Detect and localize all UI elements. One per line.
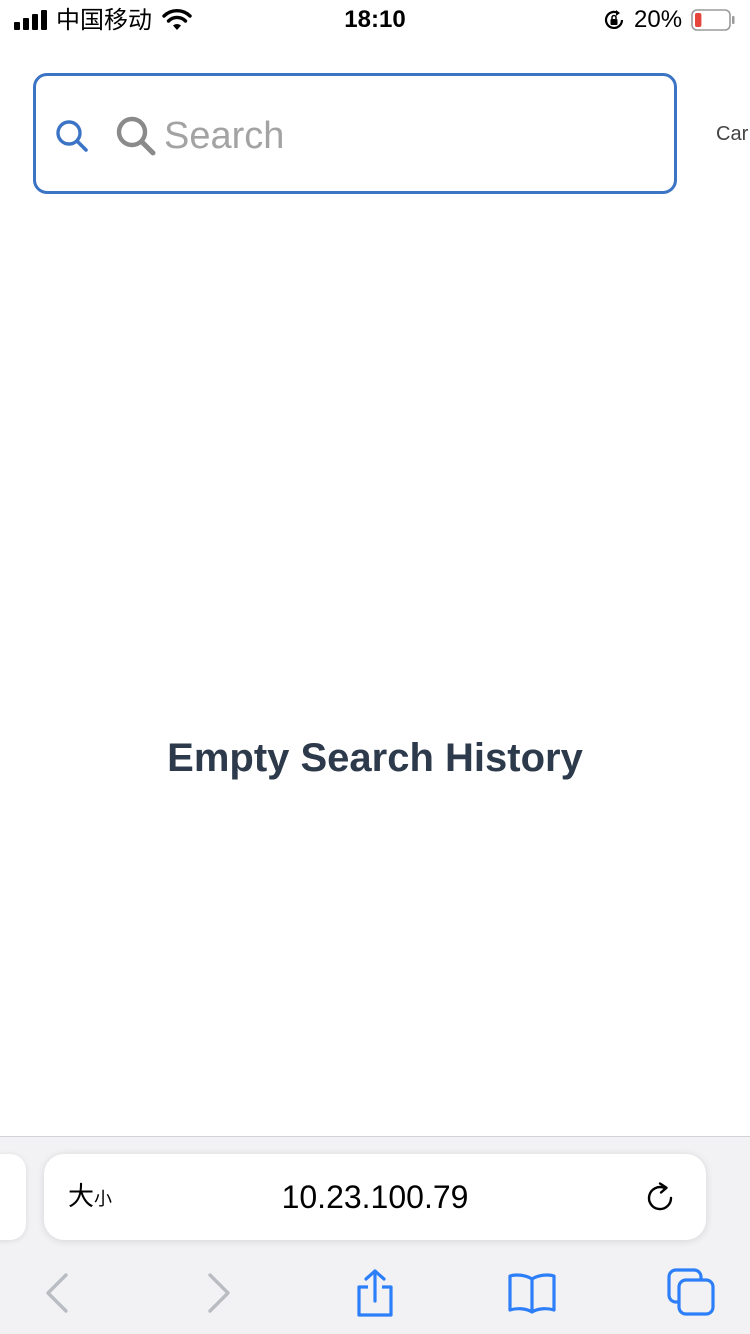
search-input[interactable] (164, 112, 644, 160)
search-sheet: Car Empty Search History (0, 40, 750, 1136)
search-icon (116, 116, 156, 156)
bookmarks-icon[interactable] (506, 1267, 558, 1319)
empty-history-message: Empty Search History (167, 736, 583, 780)
previous-tab-preview[interactable] (0, 1154, 26, 1240)
browser-toolbar: 大小 10.23.100.79 (0, 1136, 750, 1334)
battery-icon (691, 9, 735, 31)
orientation-lock-icon (604, 10, 624, 29)
cancel-button[interactable]: Car (716, 122, 748, 146)
address-bar[interactable]: 大小 10.23.100.79 (44, 1154, 706, 1240)
status-bar: 中国移动 18:10 20% (0, 0, 750, 40)
search-field[interactable] (114, 112, 654, 160)
battery-percent: 20% (634, 6, 683, 33)
back-icon[interactable] (32, 1267, 84, 1319)
search-icon[interactable] (54, 118, 90, 154)
url-text[interactable]: 10.23.100.79 (44, 1178, 706, 1216)
tabs-icon[interactable] (666, 1267, 718, 1319)
search-box[interactable] (33, 73, 677, 194)
reload-icon[interactable] (644, 1181, 678, 1215)
forward-icon[interactable] (192, 1267, 244, 1319)
share-icon[interactable] (349, 1267, 401, 1319)
